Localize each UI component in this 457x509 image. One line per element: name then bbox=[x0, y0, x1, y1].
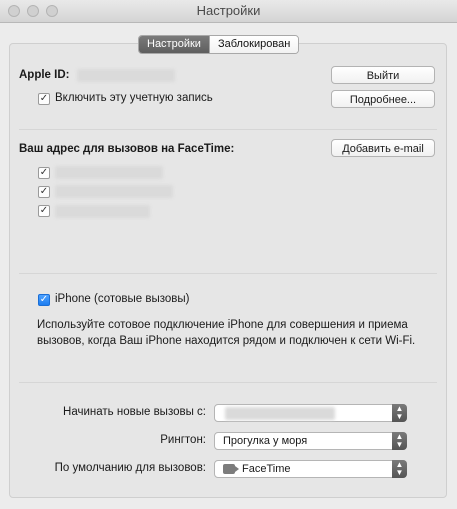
details-button[interactable]: Подробнее... bbox=[331, 90, 435, 108]
iphone-description: Используйте сотовое подключение iPhone д… bbox=[37, 319, 416, 347]
address-redacted-3 bbox=[55, 205, 150, 218]
divider bbox=[19, 273, 437, 274]
start-calls-select[interactable]: ▲ ▼ bbox=[214, 404, 407, 422]
facetime-address-label: Ваш адрес для вызовов на FaceTime: bbox=[19, 143, 235, 155]
settings-panel bbox=[9, 43, 447, 498]
start-calls-value-redacted bbox=[225, 407, 335, 420]
divider bbox=[19, 382, 437, 383]
address-redacted-2 bbox=[55, 185, 173, 198]
tab-settings[interactable]: Настройки bbox=[139, 36, 209, 53]
address-checkbox-1[interactable]: ✓ bbox=[38, 167, 50, 179]
tab-blocked[interactable]: Заблокирован bbox=[208, 36, 299, 53]
enable-account-checkbox[interactable]: ✓ bbox=[38, 93, 50, 105]
address-checkbox-2[interactable]: ✓ bbox=[38, 186, 50, 198]
signout-button[interactable]: Выйти bbox=[331, 66, 435, 84]
window-title: Настройки bbox=[196, 3, 261, 18]
address-redacted-1 bbox=[55, 166, 163, 179]
divider bbox=[19, 129, 437, 130]
ringtone-label: Рингтон: bbox=[160, 434, 206, 446]
enable-account-label: Включить эту учетную запись bbox=[55, 92, 213, 104]
apple-id-label: Apple ID: bbox=[19, 69, 70, 81]
default-calls-select[interactable]: FaceTime ▲ ▼ bbox=[214, 460, 407, 478]
iphone-calls-label: iPhone (сотовые вызовы) bbox=[55, 293, 190, 305]
facetime-camera-icon bbox=[223, 464, 239, 474]
iphone-calls-checkbox[interactable]: ✓ bbox=[38, 294, 50, 306]
add-email-button[interactable]: Добавить e-mail bbox=[331, 139, 435, 157]
start-calls-label: Начинать новые вызовы с: bbox=[63, 406, 206, 418]
apple-id-value-redacted bbox=[77, 69, 175, 82]
chevron-updown-icon: ▲ ▼ bbox=[392, 432, 407, 450]
ringtone-value: Прогулка у моря bbox=[223, 435, 308, 447]
tab-bar: Настройки Заблокирован bbox=[138, 35, 300, 54]
title-bar: Настройки bbox=[0, 0, 457, 23]
address-checkbox-3[interactable]: ✓ bbox=[38, 205, 50, 217]
default-calls-value: FaceTime bbox=[242, 463, 291, 475]
default-calls-label: По умолчанию для вызовов: bbox=[54, 462, 206, 474]
ringtone-select[interactable]: Прогулка у моря ▲ ▼ bbox=[214, 432, 407, 450]
chevron-updown-icon: ▲ ▼ bbox=[392, 460, 407, 478]
chevron-updown-icon: ▲ ▼ bbox=[392, 404, 407, 422]
